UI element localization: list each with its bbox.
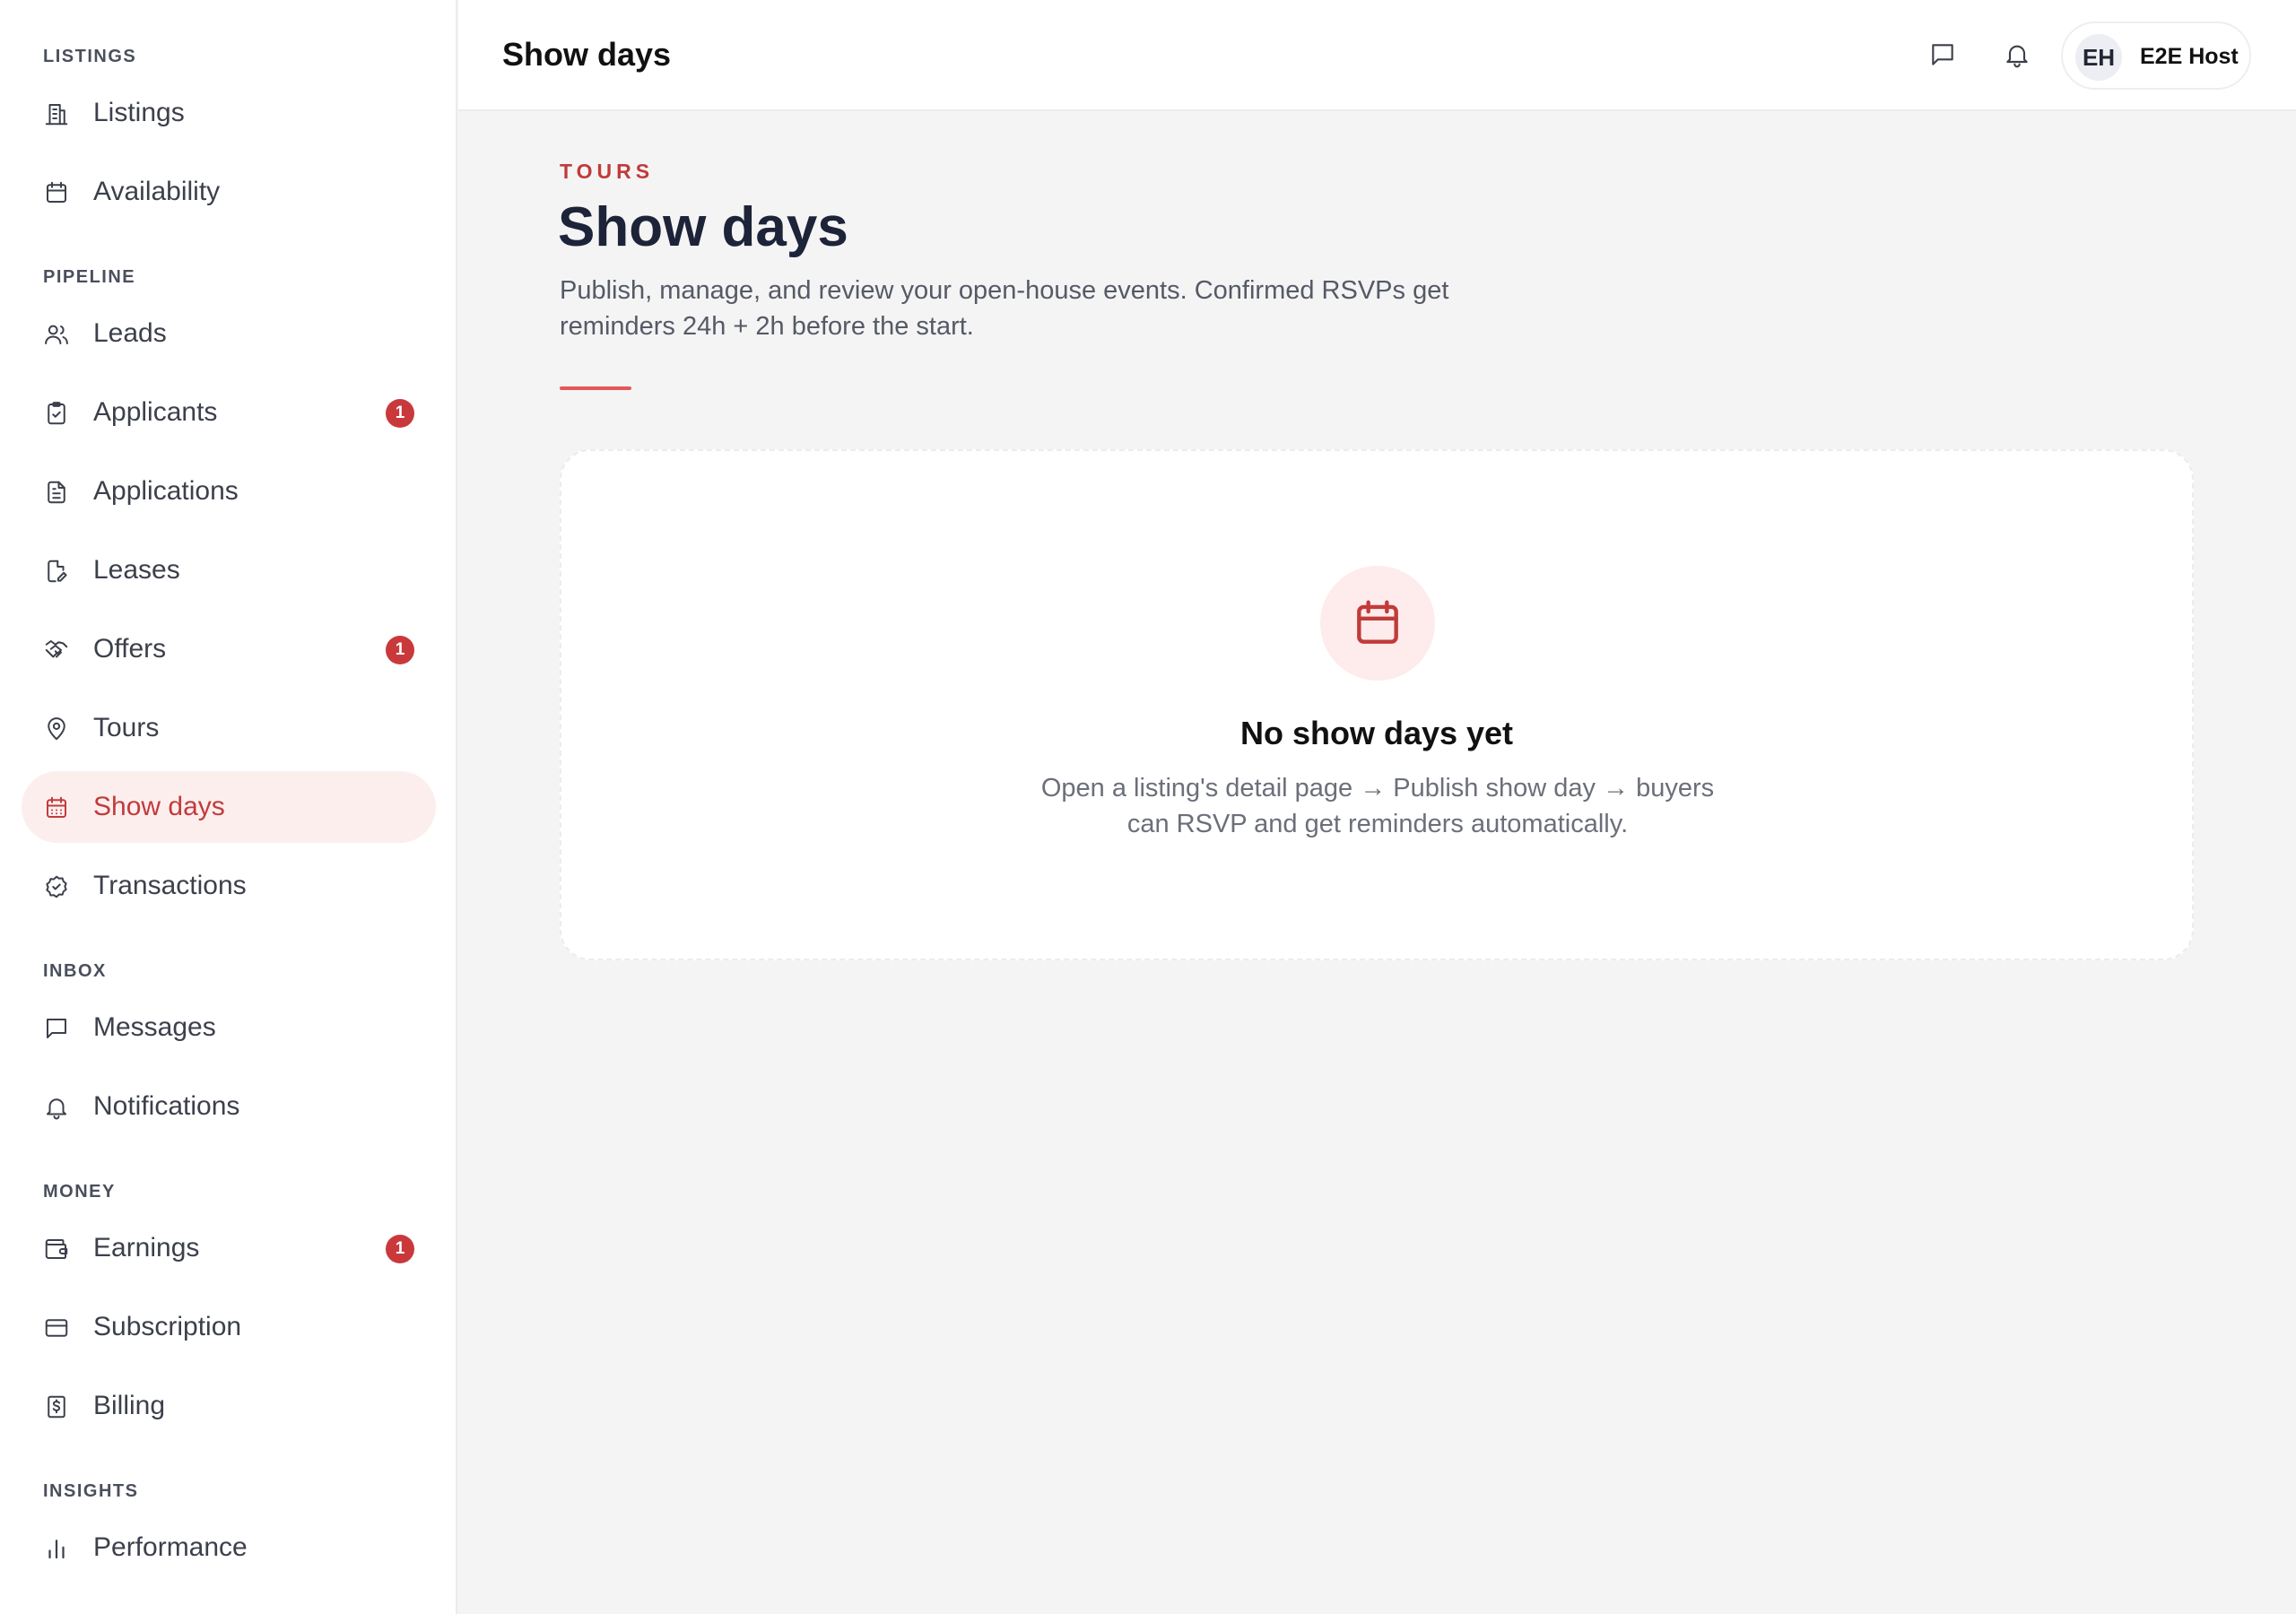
user-menu-button[interactable]: EH E2E Host <box>2061 22 2251 90</box>
calendar-days-icon <box>43 794 70 821</box>
sidebar-item-messages[interactable]: Messages <box>22 992 436 1063</box>
section-title-listings: LISTINGS <box>43 47 137 66</box>
sidebar-item-applications[interactable]: Applications <box>22 456 436 527</box>
sidebar-item-offers[interactable]: Offers 1 <box>22 613 436 685</box>
document-edit-icon <box>43 558 70 585</box>
message-icon <box>1932 44 1953 65</box>
applicants-count-badge: 1 <box>386 399 414 428</box>
empty-state-title: No show days yet <box>1239 715 1514 751</box>
sidebar-item-subscription[interactable]: Subscription <box>22 1291 436 1363</box>
sidebar-item-label: Subscription <box>93 1312 242 1341</box>
sidebar-item-label: Show days <box>93 792 225 821</box>
section-title-pipeline: PIPELINE <box>43 267 136 287</box>
bar-chart-icon <box>43 1535 70 1562</box>
sidebar-item-label: Applicants <box>93 397 218 427</box>
section-title-money: MONEY <box>43 1182 116 1202</box>
map-pin-icon <box>43 716 70 742</box>
sidebar-item-label: Earnings <box>93 1233 200 1263</box>
empty-state-icon-circle <box>1320 566 1435 681</box>
calendar-icon <box>1357 600 1398 644</box>
badge-check-icon <box>43 873 70 900</box>
page-description: Publish, manage, and review your open-ho… <box>560 276 1449 341</box>
page-eyebrow: TOURS <box>560 160 655 183</box>
building-icon <box>43 100 70 127</box>
sidebar-item-availability[interactable]: Availability <box>22 156 436 228</box>
sidebar-item-leases[interactable]: Leases <box>22 534 436 606</box>
sidebar: LISTINGS Listings Availability PIPELINE … <box>0 0 457 1614</box>
section-title-inbox: INBOX <box>43 961 107 981</box>
sidebar-item-label: Billing <box>93 1391 166 1420</box>
messages-button[interactable] <box>1922 34 1963 75</box>
sidebar-item-label: Tours <box>93 713 160 742</box>
credit-card-icon <box>43 1315 70 1341</box>
message-icon <box>43 1015 70 1042</box>
avatar: EH <box>2075 34 2122 81</box>
sidebar-item-label: Listings <box>93 98 185 127</box>
sidebar-item-listings[interactable]: Listings <box>22 77 436 149</box>
bell-icon <box>43 1094 70 1121</box>
empty-state-description: Open a listing's detail page → Publish s… <box>1040 774 1715 838</box>
sidebar-item-label: Leases <box>93 555 180 585</box>
sidebar-item-label: Applications <box>93 476 239 506</box>
sidebar-item-applicants[interactable]: Applicants 1 <box>22 377 436 448</box>
notifications-button[interactable] <box>1996 34 2038 75</box>
page-title: Show days <box>558 196 848 258</box>
sidebar-item-earnings[interactable]: Earnings 1 <box>22 1212 436 1284</box>
handshake-icon <box>43 637 70 664</box>
document-icon <box>43 479 70 506</box>
user-name: E2E Host <box>2140 44 2239 69</box>
receipt-dollar-icon <box>43 1393 70 1420</box>
calendar-icon <box>43 179 70 206</box>
sidebar-item-notifications[interactable]: Notifications <box>22 1071 436 1142</box>
offers-count-badge: 1 <box>386 636 414 664</box>
clipboard-check-icon <box>43 400 70 427</box>
sidebar-item-leads[interactable]: Leads <box>22 298 436 369</box>
sidebar-item-tours[interactable]: Tours <box>22 692 436 764</box>
section-title-insights: INSIGHTS <box>43 1481 139 1501</box>
sidebar-item-label: Notifications <box>93 1091 240 1121</box>
users-icon <box>43 321 70 348</box>
sidebar-item-label: Leads <box>93 318 167 348</box>
sidebar-item-show-days[interactable]: Show days <box>22 771 436 843</box>
sidebar-item-billing[interactable]: Billing <box>22 1370 436 1442</box>
top-header: Show days EH E2E Host <box>458 0 2296 111</box>
accent-divider <box>560 386 631 390</box>
wallet-icon <box>43 1236 70 1263</box>
sidebar-item-label: Messages <box>93 1012 216 1042</box>
sidebar-item-transactions[interactable]: Transactions <box>22 850 436 922</box>
sidebar-item-label: Offers <box>93 634 167 664</box>
earnings-count-badge: 1 <box>386 1235 414 1263</box>
header-title: Show days <box>502 36 672 73</box>
bell-icon <box>2006 45 2028 68</box>
sidebar-item-label: Performance <box>93 1532 248 1562</box>
empty-state-card: No show days yet Open a listing's detail… <box>560 449 2194 960</box>
sidebar-item-label: Availability <box>93 177 221 206</box>
sidebar-item-label: Transactions <box>93 871 247 900</box>
sidebar-item-performance[interactable]: Performance <box>22 1512 436 1584</box>
